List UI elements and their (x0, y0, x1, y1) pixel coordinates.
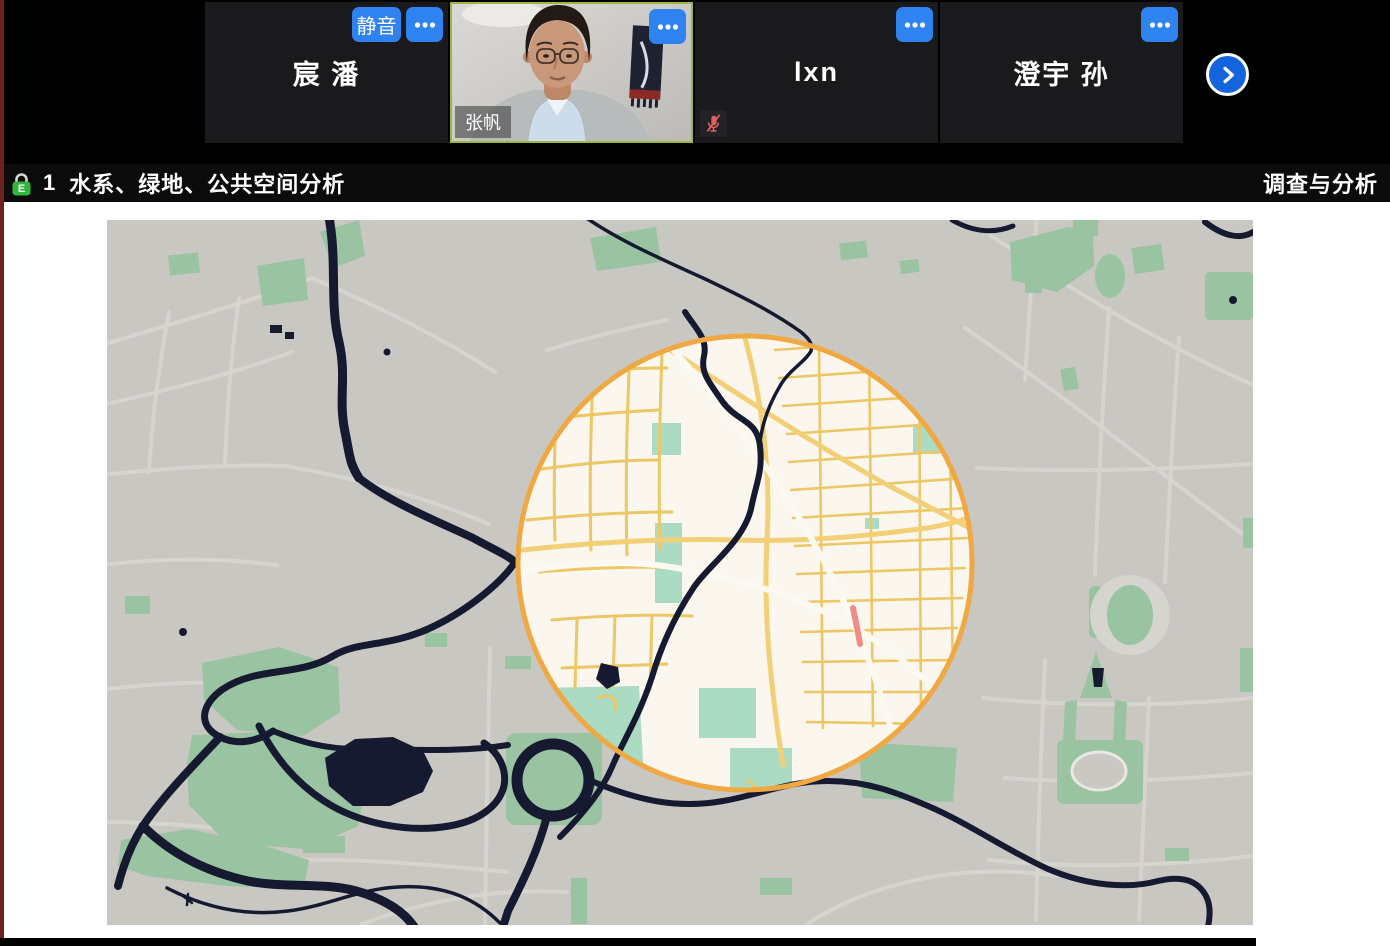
mute-button[interactable]: 静音 (352, 7, 401, 42)
next-participants-button[interactable] (1206, 53, 1249, 96)
tile-corner-buttons (649, 9, 686, 44)
lock-letter: E (18, 183, 25, 195)
tile-corner-buttons: 静音 (352, 7, 443, 42)
participant-tile-zhangfan-video[interactable]: 张帆 (450, 2, 693, 143)
analysis-map (107, 220, 1253, 925)
participant-tiles: 宸 潘 静音 (205, 2, 1183, 143)
shared-slide-area (0, 202, 1390, 938)
more-button[interactable] (896, 7, 933, 42)
pond-island (536, 763, 570, 797)
city-map-image (107, 220, 1253, 925)
mic-muted-indicator (700, 110, 727, 137)
share-title: 水系、绿地、公共空间分析 (69, 167, 345, 199)
more-button[interactable] (649, 9, 686, 44)
mic-muted-icon (703, 113, 724, 134)
stadium (1090, 575, 1170, 655)
ellipsis-icon (657, 23, 679, 31)
share-title-bar: E 1 水系、绿地、公共空间分析 调查与分析 (0, 164, 1390, 202)
ellipsis-icon (414, 21, 436, 29)
window-edge-strip (0, 0, 4, 938)
park-oval (1072, 752, 1126, 790)
encryption-lock-icon: E (9, 169, 34, 198)
bottom-black-bar (0, 938, 1256, 946)
participant-tile-chenpan[interactable]: 宸 潘 静音 (205, 2, 448, 143)
tile-corner-buttons (896, 7, 933, 42)
participant-name: 澄宇 孙 (1013, 53, 1110, 92)
more-button[interactable] (406, 7, 443, 42)
ellipsis-icon (1149, 21, 1171, 29)
participant-tile-chengyusun[interactable]: 澄宇 孙 (940, 2, 1183, 143)
participant-name: 宸 潘 (293, 53, 361, 92)
tile-corner-buttons (1141, 7, 1178, 42)
share-category-label: 调查与分析 (1263, 167, 1378, 199)
participant-name-tag: 张帆 (455, 106, 511, 138)
participant-tile-lxn[interactable]: lxn (695, 2, 938, 143)
chevron-right-icon (1215, 62, 1241, 88)
participant-name: lxn (794, 57, 839, 88)
video-strip: 宸 潘 静音 (0, 0, 1390, 164)
more-button[interactable] (1141, 7, 1178, 42)
ellipsis-icon (904, 21, 926, 29)
meeting-window: 宸 潘 静音 (0, 0, 1390, 946)
slide-number: 1 (43, 170, 55, 196)
